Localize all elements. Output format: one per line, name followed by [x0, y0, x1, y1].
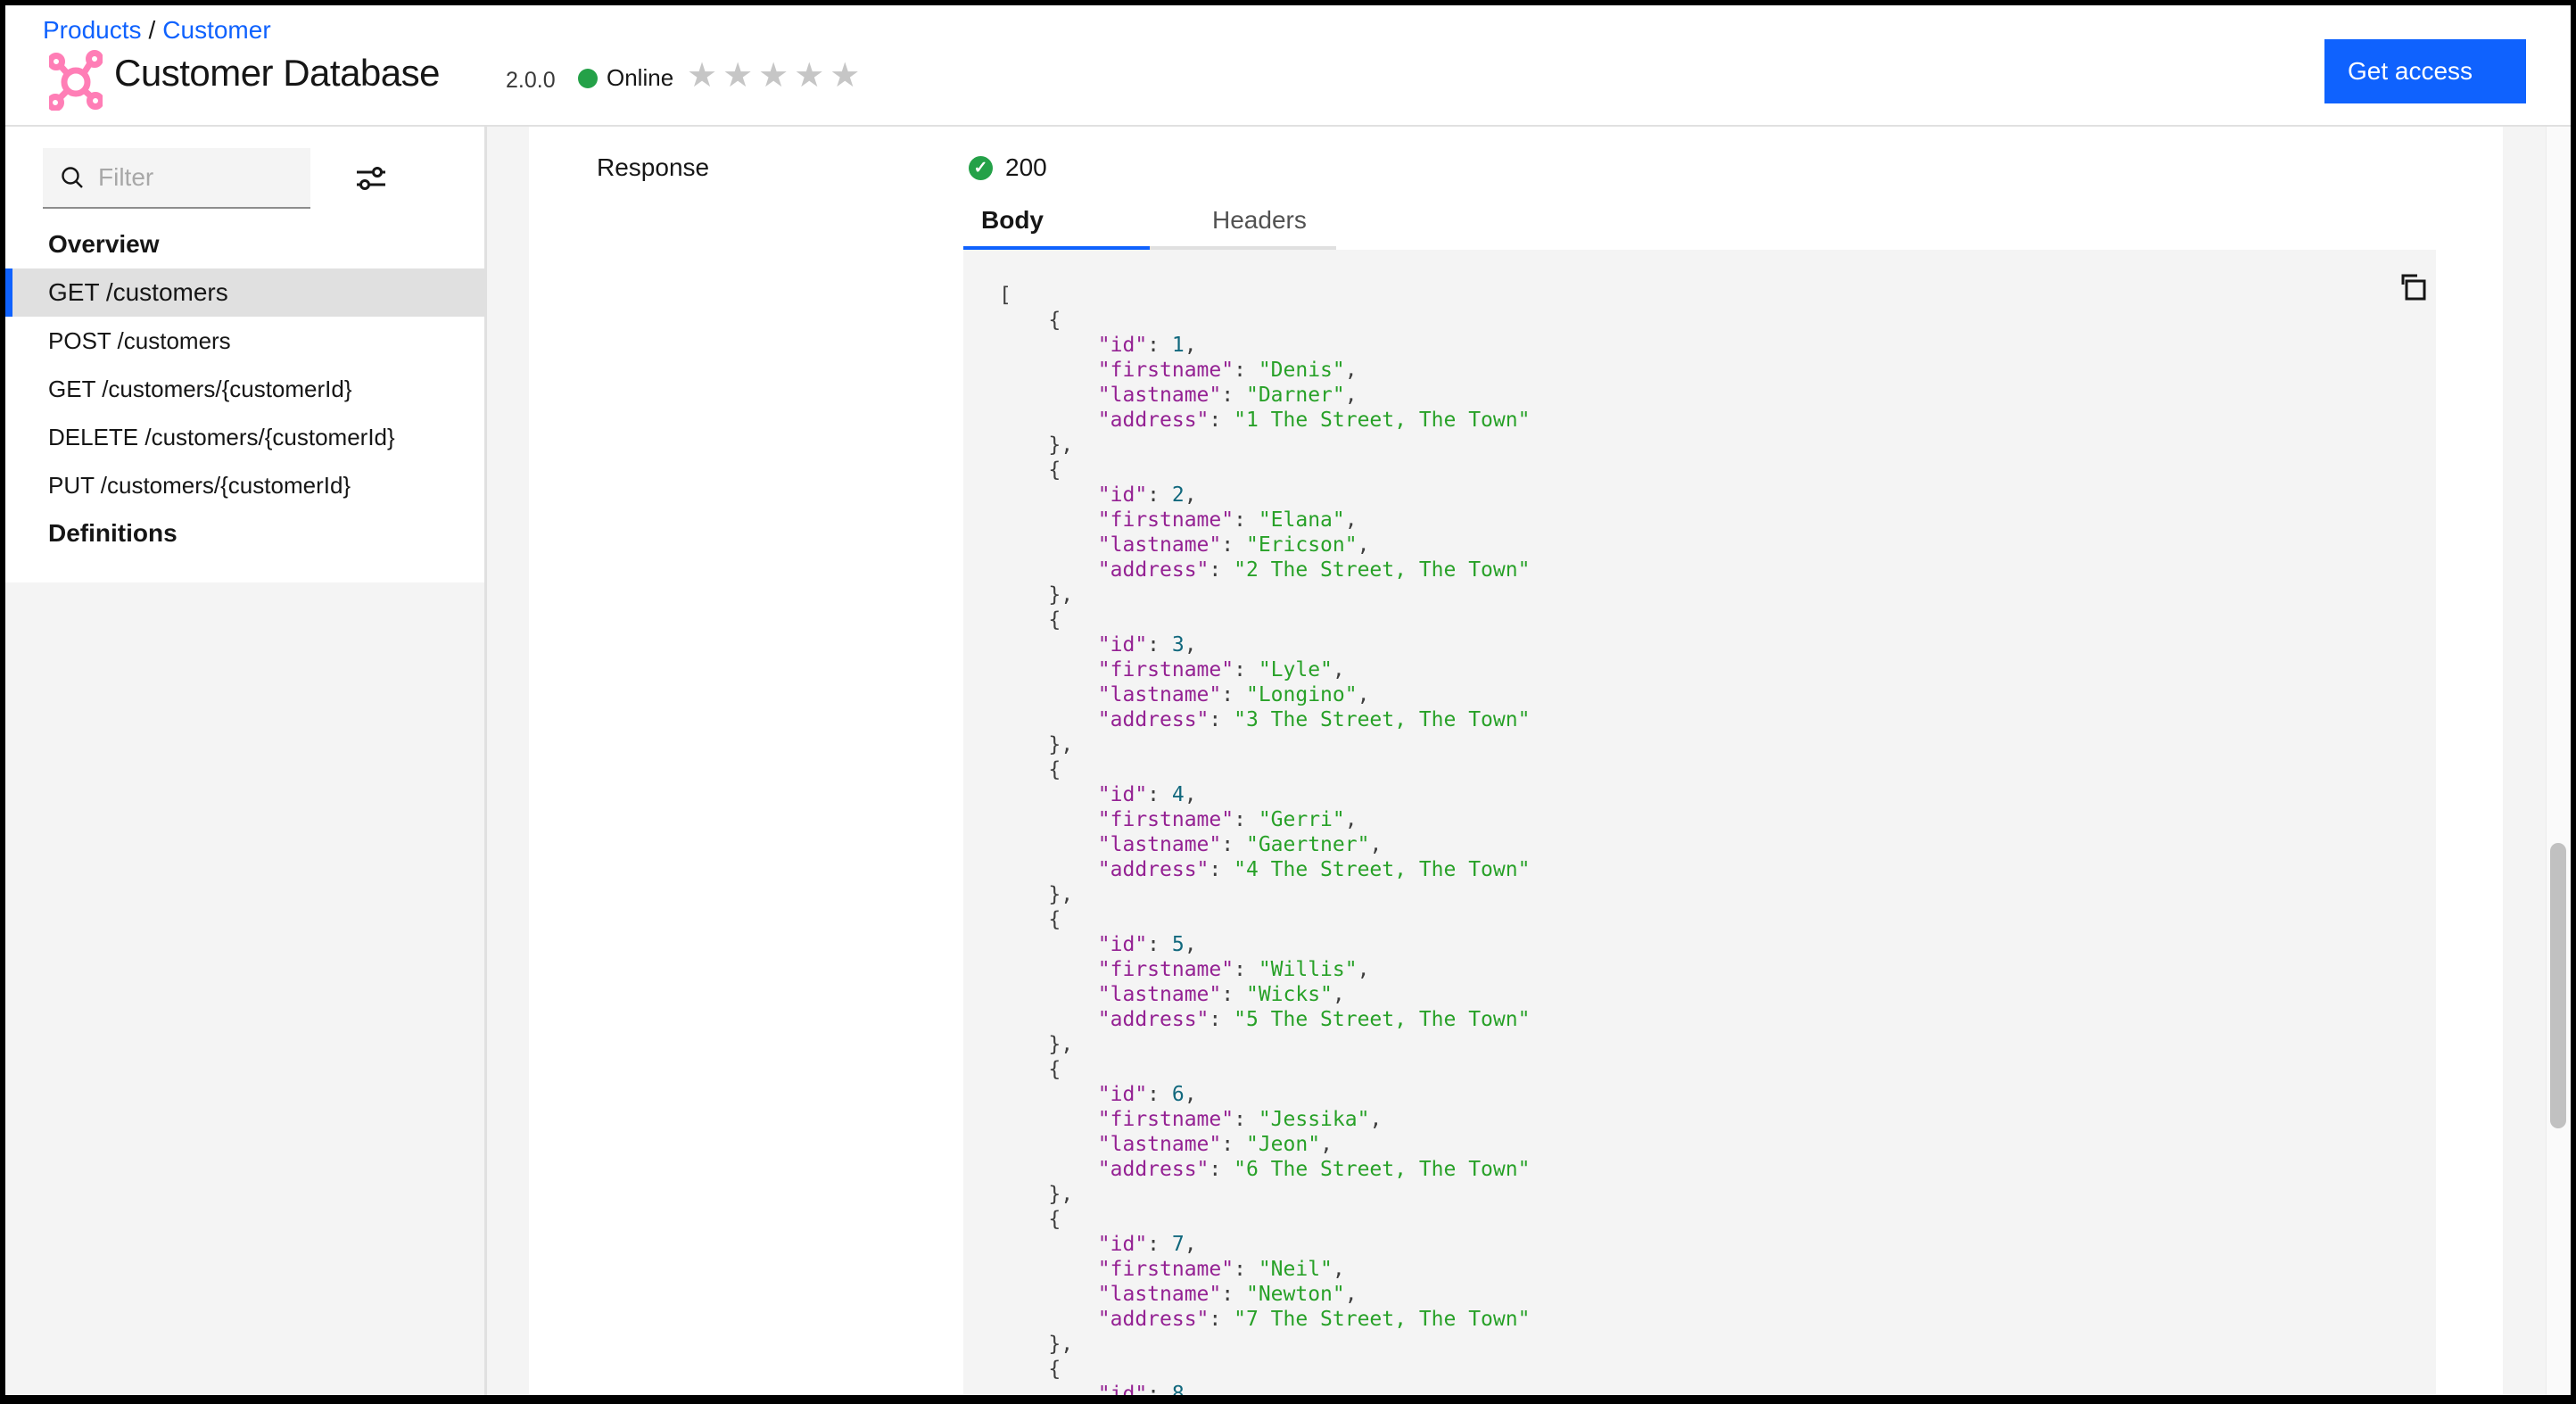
breadcrumb-customer-link[interactable]: Customer	[162, 16, 270, 44]
sidebar-item-definitions[interactable]: Definitions	[5, 509, 484, 557]
breadcrumb: Products / Customer	[43, 16, 271, 45]
api-version: 2.0.0	[506, 68, 556, 93]
filter-input[interactable]	[98, 163, 294, 192]
sidebar-item-overview[interactable]: Overview	[5, 220, 484, 268]
response-tabs: Body Headers	[963, 206, 1336, 250]
page-header: Products / Customer Customer Database 2.0.…	[5, 5, 2571, 127]
tab-headers[interactable]: Headers	[1150, 206, 1336, 250]
screenshot-frame: Products / Customer Customer Database 2.0.…	[0, 0, 2576, 1404]
sidebar-item-post-customers[interactable]: POST /customers	[5, 317, 484, 365]
sidebar-divider	[484, 127, 487, 1395]
success-check-icon: ✓	[969, 155, 993, 180]
settings-adjust-icon[interactable]	[355, 162, 387, 194]
page-title: Customer Database	[114, 52, 441, 94]
page-scrollbar-track[interactable]	[2546, 127, 2571, 1395]
star-rating[interactable]: ★★★★★	[687, 55, 865, 95]
online-dot-icon	[578, 68, 598, 88]
copy-icon[interactable]	[2394, 270, 2430, 306]
status-indicator: Online	[578, 64, 673, 92]
online-label: Online	[607, 64, 674, 91]
product-logo-icon	[49, 50, 103, 111]
response-body-code: [ { "id": 1, "firstname": "Denis", "last…	[999, 284, 1531, 1395]
response-status: ✓ 200	[969, 153, 1047, 182]
sidebar-item-get-customer-by-id[interactable]: GET /customers/{customerId}	[5, 365, 484, 413]
page-scrollbar-thumb[interactable]	[2550, 843, 2566, 1128]
sidebar-item-get-customers[interactable]: GET /customers	[5, 268, 484, 317]
sidebar-item-put-customer[interactable]: PUT /customers/{customerId}	[5, 461, 484, 509]
sidebar-item-delete-customer[interactable]: DELETE /customers/{customerId}	[5, 413, 484, 461]
breadcrumb-separator: /	[148, 16, 156, 44]
status-code: 200	[1005, 153, 1047, 181]
sidebar: Overview GET /customers POST /customers …	[5, 127, 484, 582]
breadcrumb-products-link[interactable]: Products	[43, 16, 142, 44]
response-body-panel: [ { "id": 1, "firstname": "Denis", "last…	[963, 250, 2436, 1395]
content-scrollbar-gutter[interactable]	[2503, 127, 2546, 1395]
response-section-label: Response	[597, 153, 710, 181]
search-icon	[62, 167, 83, 188]
endpoint-nav: Overview GET /customers POST /customers …	[5, 220, 484, 557]
get-access-button[interactable]: Get access	[2324, 39, 2526, 103]
api-portal-page: Products / Customer Customer Database 2.0.…	[5, 5, 2571, 1395]
filter-field	[43, 148, 310, 209]
tab-body[interactable]: Body	[963, 206, 1150, 250]
